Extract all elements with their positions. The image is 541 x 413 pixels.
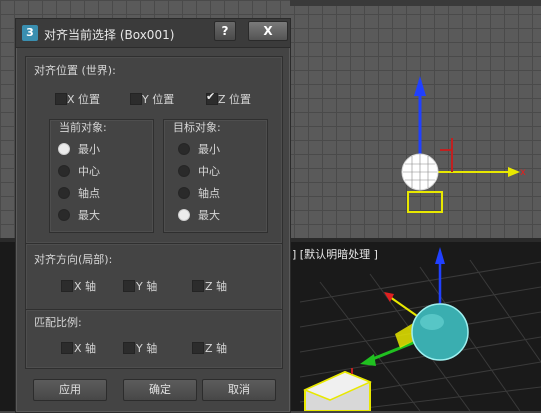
- current-object-label: 当前对象:: [59, 121, 107, 134]
- dialog-titlebar[interactable]: 3 对齐当前选择 (Box001) ? X: [16, 19, 290, 48]
- persp-z-arrow: [435, 247, 445, 264]
- persp-y-arrow: [360, 354, 376, 366]
- current-min-radio[interactable]: [58, 143, 70, 155]
- persp-sphere: [411, 303, 469, 361]
- x-axis-arrow: [508, 167, 520, 177]
- y-position-label[interactable]: Y 位置: [142, 91, 174, 107]
- target-min-radio[interactable]: [178, 143, 190, 155]
- cancel-button[interactable]: 取消: [202, 379, 276, 401]
- target-center-radio[interactable]: [178, 165, 190, 177]
- current-center-radio[interactable]: [58, 165, 70, 177]
- app-icon: 3: [22, 25, 38, 41]
- close-button[interactable]: X: [248, 21, 288, 41]
- box-object-outline: [407, 191, 443, 213]
- x-position-label[interactable]: X 位置: [67, 91, 100, 107]
- current-object-group: 当前对象: 最小 中心 轴点 最大: [49, 119, 154, 233]
- match-scale-group: 匹配比例: X 轴 Y 轴 Z 轴: [25, 309, 283, 369]
- current-pivot-label[interactable]: 轴点: [78, 185, 100, 201]
- orient-y-label[interactable]: Y 轴: [136, 278, 157, 294]
- scale-y-checkbox[interactable]: [123, 342, 135, 354]
- apply-button[interactable]: 应用: [33, 379, 107, 401]
- ok-button[interactable]: 确定: [123, 379, 197, 401]
- viewport-shading-label[interactable]: ] [默认明暗处理 ]: [292, 246, 378, 262]
- target-object-label: 目标对象:: [173, 121, 221, 134]
- scale-z-label[interactable]: Z 轴: [205, 340, 227, 356]
- target-max-label[interactable]: 最大: [198, 207, 220, 223]
- target-object-group: 目标对象: 最小 中心 轴点 最大: [163, 119, 268, 233]
- scale-x-label[interactable]: X 轴: [74, 340, 96, 356]
- z-position-label[interactable]: Z 位置: [218, 91, 251, 107]
- orient-z-checkbox[interactable]: [192, 280, 204, 292]
- orient-x-checkbox[interactable]: [61, 280, 73, 292]
- align-orientation-label: 对齐方向(局部):: [34, 253, 113, 266]
- x-position-checkbox[interactable]: [55, 93, 67, 105]
- y-position-checkbox[interactable]: [130, 93, 142, 105]
- target-max-radio[interactable]: [178, 209, 190, 221]
- x-axis-label: x: [520, 167, 526, 178]
- scale-y-label[interactable]: Y 轴: [136, 340, 157, 356]
- dialog-title: 对齐当前选择 (Box001): [44, 28, 175, 42]
- align-selection-dialog: 3 对齐当前选择 (Box001) ? X 对齐位置 (世界): X 位置 Y …: [15, 18, 291, 413]
- z-axis-arrow: [414, 76, 426, 96]
- orient-z-label[interactable]: Z 轴: [205, 278, 227, 294]
- current-max-label[interactable]: 最大: [78, 207, 100, 223]
- z-position-checkbox[interactable]: [206, 90, 218, 105]
- target-center-label[interactable]: 中心: [198, 163, 220, 179]
- orient-x-label[interactable]: X 轴: [74, 278, 96, 294]
- scale-z-checkbox[interactable]: [192, 342, 204, 354]
- align-orientation-group: 对齐方向(局部): X 轴 Y 轴 Z 轴: [25, 243, 283, 311]
- current-max-radio[interactable]: [58, 209, 70, 221]
- target-min-label[interactable]: 最小: [198, 141, 220, 157]
- target-pivot-label[interactable]: 轴点: [198, 185, 220, 201]
- persp-sphere-highlight: [420, 314, 444, 330]
- align-position-group: 对齐位置 (世界): X 位置 Y 位置 Z 位置 当前对象: 最小 中心 轴点…: [25, 56, 283, 244]
- target-pivot-radio[interactable]: [178, 187, 190, 199]
- current-min-label[interactable]: 最小: [78, 141, 100, 157]
- help-button[interactable]: ?: [214, 21, 236, 41]
- current-center-label[interactable]: 中心: [78, 163, 100, 179]
- current-pivot-radio[interactable]: [58, 187, 70, 199]
- scale-x-checkbox[interactable]: [61, 342, 73, 354]
- align-position-label: 对齐位置 (世界):: [34, 64, 116, 77]
- match-scale-label: 匹配比例:: [34, 316, 82, 329]
- orient-y-checkbox[interactable]: [123, 280, 135, 292]
